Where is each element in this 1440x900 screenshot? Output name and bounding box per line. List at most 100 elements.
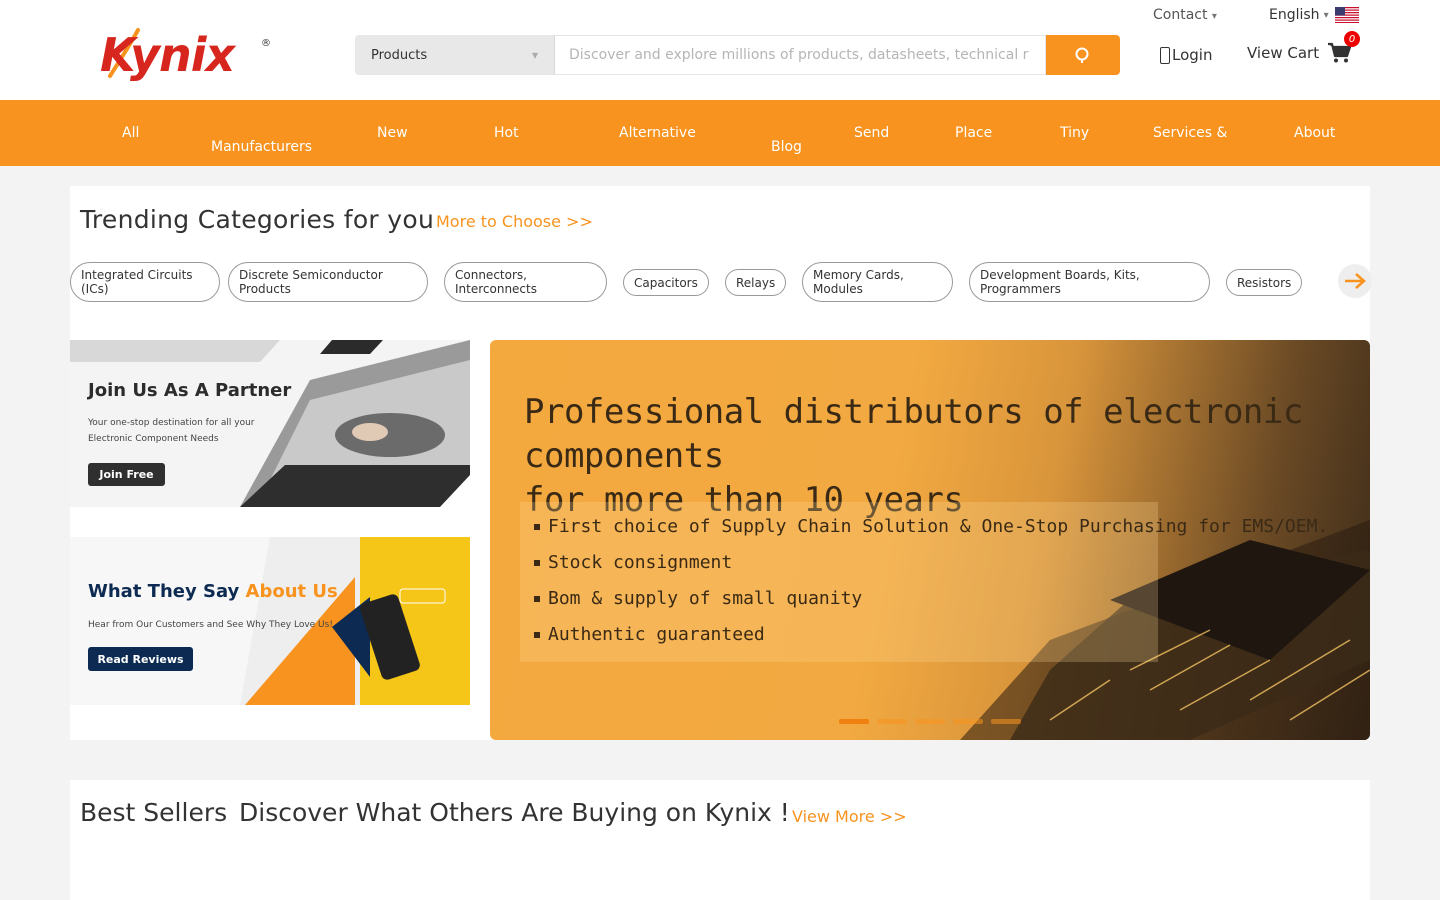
partner-sub-line2: Electronic Component Needs: [88, 434, 219, 444]
nav-item-blog[interactable]: Blog: [771, 124, 802, 156]
language-selector[interactable]: English ▾: [1269, 7, 1359, 23]
nav-item-place[interactable]: Place: [955, 124, 992, 142]
reviews-title-b: About Us: [245, 581, 338, 602]
hero-title-line1: Professional distributors of electronic …: [524, 392, 1303, 476]
cart-label: View Cart: [1247, 44, 1320, 62]
phone-icon: [1160, 46, 1170, 64]
category-chip-discrete[interactable]: Discrete Semiconductor Products: [228, 262, 428, 302]
login-label: Login: [1172, 46, 1213, 64]
reviews-banner[interactable]: What They Say About Us Hear from Our Cus…: [70, 537, 470, 705]
site-header: Kynix ® Products ▾ Contact ▾ English ▾: [0, 0, 1440, 100]
nav-item-tiny[interactable]: Tiny: [1060, 124, 1089, 142]
arrow-right-icon: [1345, 273, 1366, 289]
nav-item-manufacturers[interactable]: Manufacturers: [211, 124, 312, 156]
nav-item-label-line2: Manufacturers: [211, 139, 313, 155]
svg-text:Kynix: Kynix: [100, 28, 237, 82]
nav-item-services[interactable]: Services &: [1153, 124, 1227, 142]
reviews-subtitle: Hear from Our Customers and See Why They…: [88, 620, 333, 630]
nav-item-label: Tiny: [1060, 125, 1090, 141]
hero-bullet: Authentic guaranteed: [534, 624, 765, 645]
slider-dot[interactable]: [877, 719, 907, 724]
category-chip-connectors[interactable]: Connectors, Interconnects: [444, 262, 607, 302]
cart-count-badge: 0: [1344, 31, 1360, 47]
search-input[interactable]: [555, 35, 1046, 75]
chip-label: Resistors: [1237, 275, 1292, 290]
chip-label: Discrete Semiconductor: [239, 268, 383, 282]
chip-label-line2: Products: [239, 282, 291, 296]
partner-title: Join Us As A Partner: [88, 380, 292, 401]
bullet-icon: [534, 631, 540, 638]
slider-dot[interactable]: [991, 719, 1021, 724]
chevron-down-icon: ▾: [1211, 11, 1217, 22]
chip-label: Capacitors: [634, 275, 698, 290]
partner-banner[interactable]: Join Us As A Partner Your one-stop desti…: [70, 340, 470, 507]
best-sellers-section: Best Sellers Discover What Others Are Bu…: [70, 780, 1370, 900]
search-button[interactable]: [1046, 35, 1120, 75]
slider-pagination: [839, 719, 1021, 724]
hero-bullet-text: Authentic guaranteed: [548, 624, 765, 645]
nav-item-hot[interactable]: Hot: [494, 124, 519, 142]
hero-bullet-text: Stock consignment: [548, 552, 733, 573]
more-to-choose-link[interactable]: More to Choose >>: [436, 212, 593, 231]
nav-item-label: Send: [854, 125, 890, 141]
chip-label: Connectors,: [455, 268, 527, 282]
nav-item-label: All: [122, 125, 140, 141]
nav-item-about[interactable]: About: [1294, 124, 1335, 142]
bullet-icon: [534, 523, 540, 530]
chevron-down-icon: ▾: [531, 48, 538, 62]
nav-item-label: Services &: [1153, 125, 1228, 141]
bullet-icon: [534, 595, 540, 602]
nav-item-label: Hot: [494, 125, 519, 141]
hero-bullet: First choice of Supply Chain Solution & …: [534, 516, 1328, 537]
partner-subtitle: Your one-stop destination for all your E…: [88, 415, 255, 447]
nav-item-label: About: [1294, 125, 1336, 141]
us-flag-icon: [1334, 7, 1359, 23]
login-link[interactable]: Login: [1160, 46, 1212, 64]
slider-dot[interactable]: [915, 719, 945, 724]
hero-bullet: Stock consignment: [534, 552, 732, 573]
hero-bullet: Bom & supply of small quanity: [534, 588, 862, 609]
next-category-button[interactable]: [1338, 264, 1372, 298]
category-chip-resistors[interactable]: Resistors: [1226, 269, 1303, 296]
trending-panel: Trending Categories for you More to Choo…: [70, 186, 1372, 740]
bullet-icon: [534, 559, 540, 566]
category-chip-relays[interactable]: Relays: [725, 269, 787, 296]
chip-label-line2: Programmers: [980, 282, 1061, 296]
nav-item-all[interactable]: All: [122, 124, 139, 142]
reviews-title-a: What They Say: [88, 581, 246, 602]
join-free-button[interactable]: Join Free: [88, 463, 165, 486]
hero-slider[interactable]: Professional distributors of electronic …: [490, 340, 1370, 740]
view-more-link[interactable]: View More >>: [792, 807, 907, 826]
nav-item-send[interactable]: Send: [854, 124, 889, 142]
trending-title: Trending Categories for you: [80, 205, 435, 234]
chip-label: Integrated Circuits: [81, 268, 193, 282]
partner-sub-line1: Your one-stop destination for all your: [88, 418, 255, 428]
kynix-logo[interactable]: Kynix ®: [98, 26, 273, 82]
nav-item-label: Place: [955, 125, 993, 141]
chip-label-line2: Interconnects: [455, 282, 537, 296]
category-chip-capacitors[interactable]: Capacitors: [623, 269, 709, 296]
view-cart-link[interactable]: View Cart 0: [1247, 31, 1360, 64]
reviews-title: What They Say About Us: [88, 581, 338, 602]
nav-item-new[interactable]: New: [377, 124, 408, 142]
nav-item-label: New: [377, 125, 408, 141]
best-sellers-title: Best Sellers: [80, 798, 228, 827]
nav-item-label-line2: Blog: [771, 139, 802, 155]
category-chip-ics[interactable]: Integrated Circuits (ICs): [70, 262, 220, 302]
search-category-label: Products: [371, 47, 428, 63]
chip-label: Memory Cards,: [813, 268, 904, 282]
slider-dot[interactable]: [953, 719, 983, 724]
nav-item-alternative[interactable]: Alternative: [619, 124, 696, 142]
chip-label-line2: Modules: [813, 282, 863, 296]
slider-dot[interactable]: [839, 719, 869, 724]
nav-item-label: Alternative: [619, 125, 696, 141]
search-category-select[interactable]: Products ▾: [355, 35, 555, 75]
best-sellers-subtitle: Discover What Others Are Buying on Kynix…: [239, 798, 790, 827]
category-chip-memory[interactable]: Memory Cards, Modules: [802, 262, 953, 302]
contact-link[interactable]: Contact ▾: [1153, 7, 1217, 23]
category-chip-dev-boards[interactable]: Development Boards, Kits, Programmers: [969, 262, 1210, 302]
svg-text:®: ®: [261, 38, 271, 49]
search-bar: Products ▾: [355, 35, 1120, 75]
chevron-down-icon: ▾: [1323, 9, 1329, 21]
read-reviews-button[interactable]: Read Reviews: [88, 647, 193, 671]
